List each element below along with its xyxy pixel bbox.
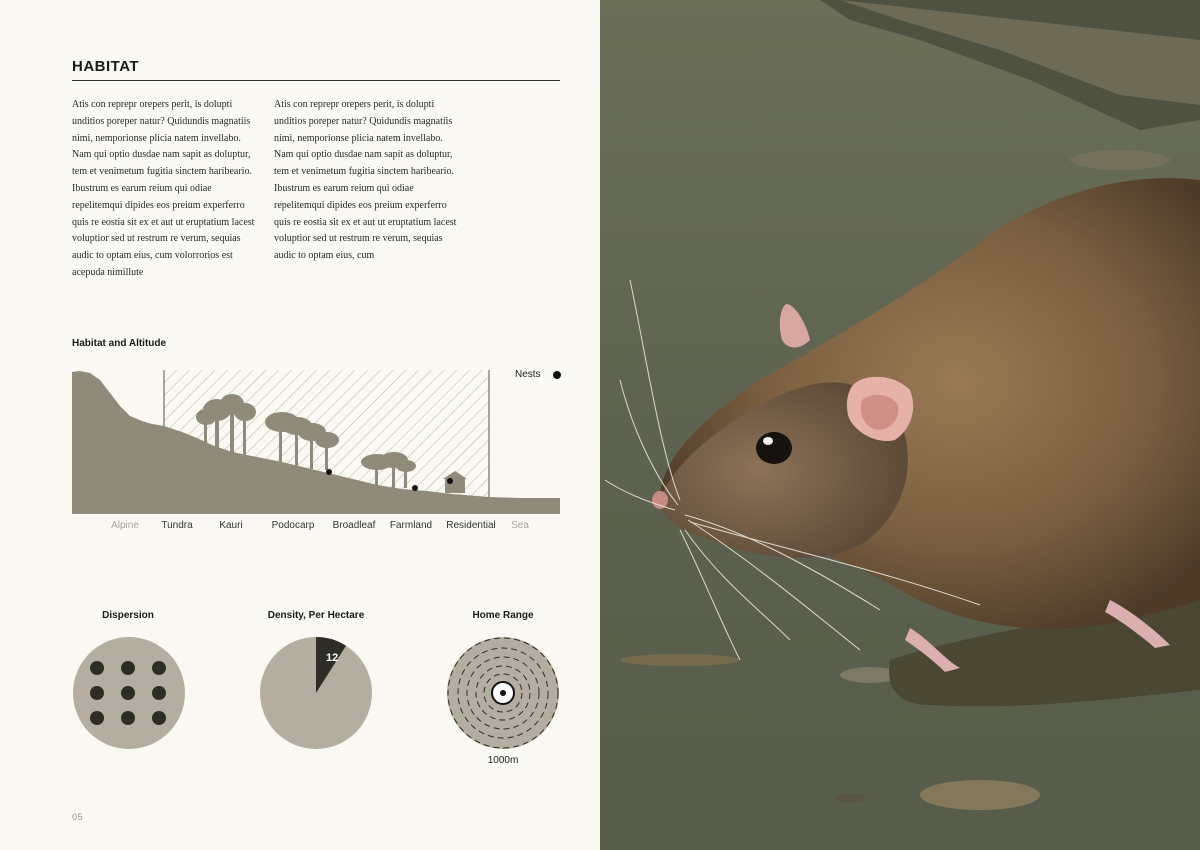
dispersion-dot [90, 661, 104, 675]
zone-label-kauri: Kauri [219, 520, 243, 531]
page-number: 05 [72, 812, 84, 822]
density-title: Density, Per Hectare [267, 610, 365, 621]
nest-legend-dot [552, 370, 561, 379]
page-title: HABITAT [72, 58, 140, 75]
density-value: 12 [326, 652, 338, 664]
home-range-label: 1000m [487, 755, 519, 766]
dispersion-dot [121, 661, 135, 675]
dispersion-dot [121, 686, 135, 700]
home-range-title: Home Range [472, 610, 534, 621]
dispersion-dot [152, 711, 166, 725]
home-range-center-dot [500, 690, 506, 696]
brown-rat-image [600, 0, 1200, 850]
dispersion-diagram [73, 637, 185, 749]
dispersion-dot [152, 661, 166, 675]
chart-legend: Nests [515, 369, 561, 380]
zone-label-farmland: Farmland [389, 520, 433, 531]
nest-marker-3 [447, 478, 453, 484]
habitat-chart-title: Habitat and Altitude [72, 338, 167, 349]
dispersion-dot [90, 711, 104, 725]
legend-label: Nests [515, 369, 541, 380]
zone-label-broadleaf: Broadleaf [332, 520, 376, 531]
title-divider [72, 80, 560, 81]
zone-label-residential: Residential [446, 520, 496, 531]
habitat-altitude-chart [72, 370, 560, 514]
zone-label-sea: Sea [511, 520, 529, 531]
zone-label-tundra: Tundra [161, 520, 193, 531]
rat-photo [600, 0, 1200, 850]
text-page: HABITAT Atis con reprepr orepers perit, … [0, 0, 600, 850]
dispersion-title: Dispersion [102, 610, 154, 621]
dispersion-dot [90, 686, 104, 700]
zone-labels: Alpine Tundra Kauri Podocarp Broadleaf F… [72, 520, 560, 534]
zone-label-alpine: Alpine [111, 520, 139, 531]
dispersion-dot [121, 711, 135, 725]
body-column-1: Atis con reprepr orepers perit, is dolup… [72, 99, 255, 278]
dispersion-dots [90, 661, 166, 725]
nest-marker-1 [326, 469, 332, 475]
dispersion-dot [152, 686, 166, 700]
home-range-diagram [447, 637, 559, 749]
nest-marker-2 [412, 485, 418, 491]
zone-label-podocarp: Podocarp [271, 520, 315, 531]
density-pie: 12 [260, 637, 372, 749]
body-column-2: Atis con reprepr orepers perit, is dolup… [274, 99, 457, 262]
